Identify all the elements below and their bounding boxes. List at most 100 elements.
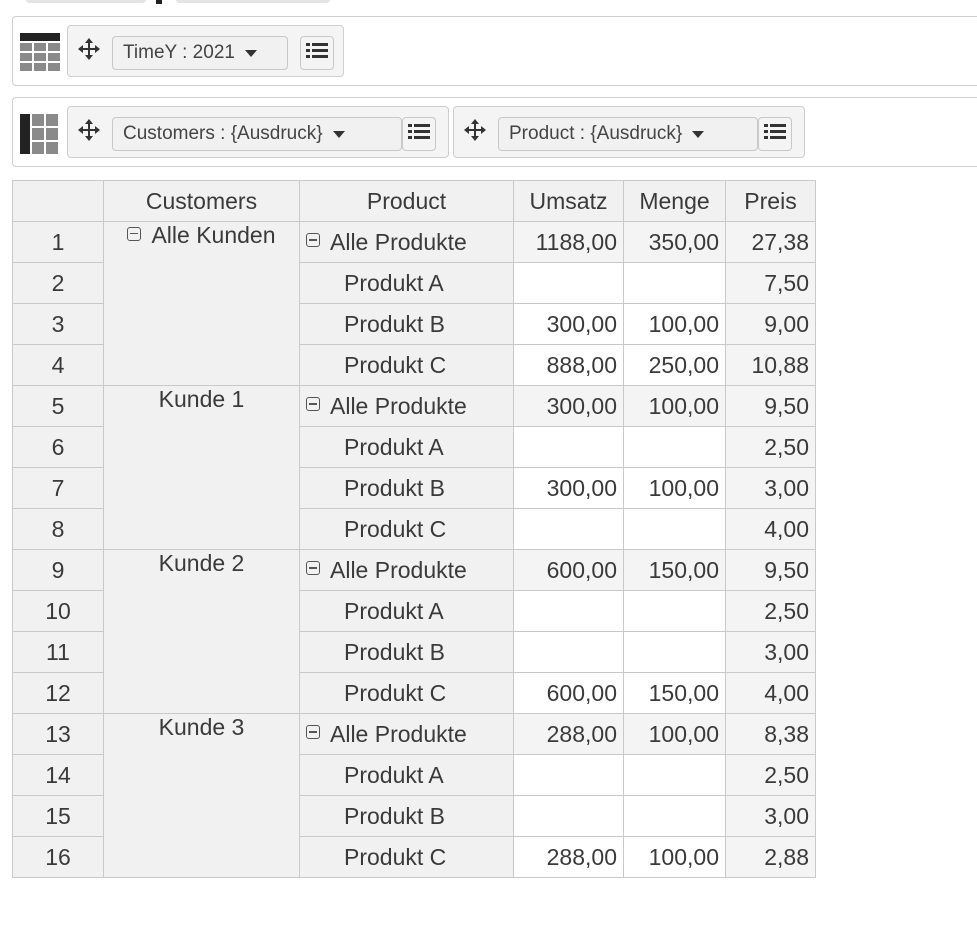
customer-label: Alle Kunden [151,222,276,248]
menge-cell[interactable] [623,795,726,837]
menge-cell[interactable]: 100,00 [623,303,726,345]
collapse-icon[interactable] [306,233,320,248]
row-number: 16 [12,836,104,878]
menge-cell[interactable]: 100,00 [623,713,726,755]
product-cell: Produkt C [299,508,514,550]
umsatz-cell[interactable]: 288,00 [513,713,624,755]
menge-cell[interactable]: 350,00 [623,221,726,263]
row-number: 7 [12,467,104,509]
table-row: 13 Kunde 3 Alle Produkte 288,00 100,00 8,38 [12,713,816,878]
product-field-dropdown[interactable]: Product : {Ausdruck} [498,117,758,151]
product-cell: Produkt C [299,836,514,878]
umsatz-cell[interactable]: 300,00 [513,303,624,345]
column-header[interactable]: Umsatz [513,180,624,222]
menge-cell[interactable]: 150,00 [623,549,726,591]
umsatz-cell[interactable] [513,590,624,632]
menge-cell[interactable]: 150,00 [623,672,726,714]
customer-label: Kunde 3 [158,714,245,740]
top-tab[interactable] [176,0,330,3]
menge-cell[interactable] [623,754,726,796]
menge-cell[interactable] [623,508,726,550]
product-label: Produkt C [344,843,447,870]
column-header[interactable]: Menge [623,180,726,222]
preis-cell[interactable]: 3,00 [725,795,816,837]
preis-cell[interactable]: 4,00 [725,508,816,550]
table-row: 9 Kunde 2 Alle Produkte 600,00 150,00 9,50 [12,549,816,714]
umsatz-cell[interactable]: 600,00 [513,672,624,714]
umsatz-cell[interactable]: 888,00 [513,344,624,386]
row-number: 4 [12,344,104,386]
customer-cell: Kunde 3 [103,713,300,878]
umsatz-cell[interactable]: 300,00 [513,385,624,427]
umsatz-cell[interactable] [513,795,624,837]
preis-cell[interactable]: 3,00 [725,631,816,673]
collapse-icon[interactable] [306,725,320,740]
customers-field-dropdown[interactable]: Customers : {Ausdruck} [112,117,402,151]
umsatz-cell[interactable]: 1188,00 [513,221,624,263]
time-filter-dropdown[interactable]: TimeY : 2021 [112,36,288,70]
top-tab[interactable] [26,0,146,3]
row-number: 12 [12,672,104,714]
column-header[interactable]: Product [299,180,514,222]
product-cell: Produkt B [299,467,514,509]
collapse-icon[interactable] [127,226,142,241]
preis-cell[interactable]: 10,88 [725,344,816,386]
preis-cell[interactable]: 4,00 [725,672,816,714]
preis-cell[interactable]: 7,50 [725,262,816,304]
table-row: 1 Alle Kunden Alle Produkte 1188,00 350,00 27… [12,221,816,386]
menge-cell[interactable]: 250,00 [623,344,726,386]
row-number: 13 [12,713,104,755]
menge-cell[interactable] [623,631,726,673]
menge-cell[interactable]: 100,00 [623,836,726,878]
menge-cell[interactable] [623,262,726,304]
menge-cell[interactable]: 100,00 [623,385,726,427]
preis-cell[interactable]: 9,50 [725,385,816,427]
collapse-icon[interactable] [306,561,320,576]
preis-cell[interactable]: 9,00 [725,303,816,345]
preis-cell[interactable]: 2,88 [725,836,816,878]
preis-cell[interactable]: 2,50 [725,754,816,796]
move-icon[interactable] [78,38,100,60]
product-cell: Produkt A [299,754,514,796]
preis-cell[interactable]: 8,38 [725,713,816,755]
umsatz-cell[interactable]: 288,00 [513,836,624,878]
product-label: Produkt C [344,679,447,706]
product-label: Produkt B [344,802,445,829]
product-label: Alle Produkte [330,392,467,419]
umsatz-cell[interactable]: 600,00 [513,549,624,591]
move-icon[interactable] [464,119,486,141]
move-icon[interactable] [78,119,100,141]
field-list-button[interactable] [758,117,792,151]
menge-cell[interactable] [623,426,726,468]
preis-cell[interactable]: 2,50 [725,426,816,468]
menge-cell[interactable] [623,590,726,632]
table-row: 5 Kunde 1 Alle Produkte 300,00 100,00 9,50 [12,385,816,550]
chevron-down-icon [692,130,705,138]
column-header[interactable]: Customers [103,180,300,222]
umsatz-cell[interactable] [513,262,624,304]
preis-cell[interactable]: 2,50 [725,590,816,632]
row-field-group-product: Product : {Ausdruck} [453,106,805,158]
row-number: 2 [12,262,104,304]
row-number: 11 [12,631,104,673]
umsatz-cell[interactable] [513,631,624,673]
row-number: 6 [12,426,104,468]
preis-cell[interactable]: 27,38 [725,221,816,263]
column-header[interactable]: Preis [725,180,816,222]
product-label: Produkt B [344,310,445,337]
list-icon [306,42,328,65]
product-cell: Produkt A [299,426,514,468]
field-list-button[interactable] [300,36,334,70]
collapse-icon[interactable] [306,397,320,412]
menge-cell[interactable]: 100,00 [623,467,726,509]
umsatz-cell[interactable] [513,754,624,796]
umsatz-cell[interactable]: 300,00 [513,467,624,509]
product-cell: Produkt B [299,631,514,673]
row-number: 8 [12,508,104,550]
preis-cell[interactable]: 9,50 [725,549,816,591]
field-list-button[interactable] [402,117,436,151]
preis-cell[interactable]: 3,00 [725,467,816,509]
umsatz-cell[interactable] [513,508,624,550]
umsatz-cell[interactable] [513,426,624,468]
tab-divider [156,0,162,4]
